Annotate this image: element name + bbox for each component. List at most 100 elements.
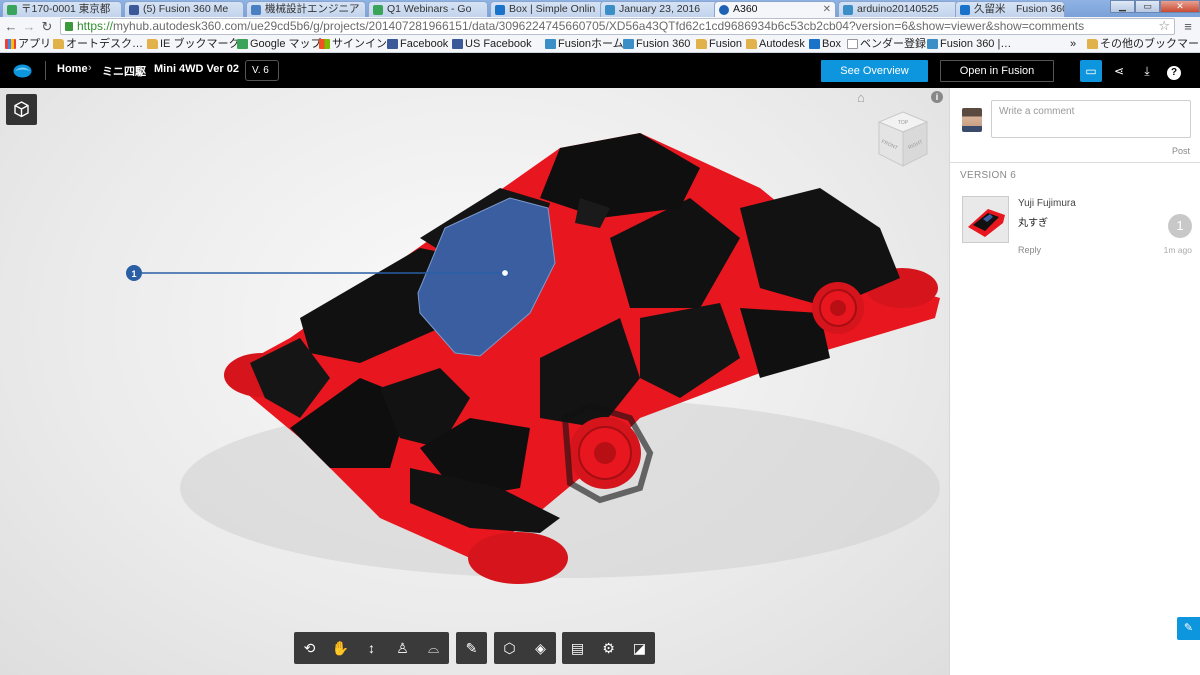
folder-icon <box>53 39 64 49</box>
wheel <box>569 417 641 489</box>
box-icon <box>809 39 820 49</box>
browser-tab[interactable]: (5) Fusion 360 Me <box>124 1 244 17</box>
bookmark-star-icon[interactable]: ☆ <box>1158 18 1170 34</box>
orbit-icon[interactable]: ⟲ <box>294 632 325 664</box>
callout-number[interactable]: 1 <box>131 269 136 279</box>
car-model[interactable]: 1 <box>0 88 949 675</box>
download-icon[interactable]: ⤓ <box>1136 60 1158 82</box>
breadcrumb-home[interactable]: Home <box>57 63 88 75</box>
comment-timestamp: 1m ago <box>1163 245 1192 255</box>
share-icon[interactable]: ⋖ <box>1108 60 1130 82</box>
folder-icon <box>746 39 757 49</box>
post-button[interactable]: Post <box>1172 146 1190 156</box>
maximize-icon[interactable]: ▭ <box>1135 0 1160 13</box>
bookmark-item[interactable]: Google マップ <box>236 36 322 52</box>
menu-icon[interactable]: ≡ <box>1180 19 1196 34</box>
bookmark-item[interactable]: Fusionホーム <box>544 36 624 52</box>
car-thumbnail <box>963 197 1008 242</box>
settings-gear-icon[interactable]: ⚙ <box>593 632 624 664</box>
address-bar: ← → ↻ https://myhub.autodesk360.com/ue29… <box>0 17 1200 36</box>
bookmark-item[interactable]: オートデスク… <box>52 36 143 52</box>
bookmark-item[interactable]: Fusion <box>695 36 742 52</box>
feedback-icon[interactable]: ✎ <box>1177 617 1200 640</box>
microsoft-icon <box>319 39 330 49</box>
browser-tab[interactable]: Box | Simple Onlin <box>490 1 610 17</box>
wheel <box>812 282 864 334</box>
bookmark-item[interactable]: Fusion 360 <box>622 36 690 52</box>
pan-hand-icon[interactable]: ✋ <box>325 632 356 664</box>
autodesk-icon <box>843 5 853 15</box>
document-icon <box>847 39 858 49</box>
bookmark-item[interactable]: IE ブックマーク <box>146 36 239 52</box>
reply-link[interactable]: Reply <box>1018 245 1041 255</box>
minimize-icon[interactable]: ▁ <box>1110 0 1135 13</box>
chevron-right-icon: › <box>88 62 92 74</box>
autodesk-icon <box>623 39 634 49</box>
browser-tab[interactable]: 〒170-0001 東京都 <box>2 1 122 17</box>
box-icon <box>960 5 970 15</box>
browser-tab[interactable]: 機械設計エンジニア <box>246 1 366 17</box>
other-bookmarks[interactable]: その他のブックマーク <box>1086 36 1200 52</box>
markup-pen-icon[interactable]: ✎ <box>456 632 487 664</box>
model-toolbar: ⬡ ◈ <box>494 632 556 664</box>
explode-icon[interactable]: ◈ <box>525 632 556 664</box>
bookmark-item[interactable]: Fusion 360 |… <box>926 36 1011 52</box>
browser-tab[interactable]: January 23, 2016 <box>600 1 720 17</box>
bookmark-item[interactable]: US Facebook <box>451 36 532 52</box>
version-select[interactable]: V. 6 ⌄ <box>245 60 279 94</box>
comments-panel: Write a comment Post VERSION 6 Yuji Fuji… <box>949 88 1200 675</box>
model-viewer[interactable]: ⌂ i TOP FRONT RIGHT 1 ⟲ ✋ ↕ ♙ ⌓ ✎ ⬡ ◈ ▤ … <box>0 88 949 675</box>
body-panel <box>540 133 700 218</box>
fullscreen-icon[interactable]: ◪ <box>624 632 655 664</box>
open-in-fusion-button[interactable]: Open in Fusion <box>940 60 1054 82</box>
divider <box>950 162 1200 163</box>
bookmark-item[interactable]: サインイン <box>318 36 387 52</box>
reload-icon[interactable]: ↻ <box>39 19 55 34</box>
help-icon[interactable]: ? <box>1163 60 1185 82</box>
window-controls: ▁ ▭ ✕ <box>1110 0 1200 14</box>
more-bookmarks-chevron-icon[interactable]: » <box>1070 36 1076 52</box>
divider <box>45 61 46 80</box>
see-overview-button[interactable]: See Overview <box>821 60 928 82</box>
url-input[interactable]: https://myhub.autodesk360.com/ue29cd5b6/… <box>60 18 1175 35</box>
facebook-icon <box>452 39 463 49</box>
page-icon <box>251 5 261 15</box>
section-icon[interactable]: ⬡ <box>494 632 525 664</box>
browser-tab-bar: 〒170-0001 東京都 (5) Fusion 360 Me 機械設計エンジニ… <box>0 0 1200 18</box>
walk-person-icon[interactable]: ♙ <box>387 632 418 664</box>
comments-toggle-icon[interactable]: ▭ <box>1080 60 1102 82</box>
markup-toolbar: ✎ <box>456 632 487 664</box>
comment-number-badge[interactable]: 1 <box>1168 214 1192 238</box>
maps-icon <box>237 39 248 49</box>
breadcrumb-design: Mini 4WD Ver 02 <box>154 63 239 75</box>
camera-icon[interactable]: ⌓ <box>418 632 449 664</box>
bookmark-item[interactable]: Facebook <box>386 36 448 52</box>
comment-input[interactable]: Write a comment <box>991 100 1191 138</box>
properties-icon[interactable]: ▤ <box>562 632 593 664</box>
close-window-icon[interactable]: ✕ <box>1160 0 1200 13</box>
sheets-icon <box>373 5 383 15</box>
bookmark-item[interactable]: アプリ <box>4 36 51 52</box>
close-tab-icon[interactable]: ✕ <box>823 2 831 17</box>
apps-grid-icon <box>5 39 16 49</box>
back-icon[interactable]: ← <box>3 19 19 34</box>
folder-icon <box>147 39 158 49</box>
bookmark-item[interactable]: ベンダー登録 <box>846 36 926 52</box>
browser-tab[interactable]: arduino20140525 <box>838 1 958 17</box>
autodesk-icon <box>605 5 615 15</box>
forward-icon[interactable]: → <box>21 19 37 34</box>
browser-tab-active[interactable]: A360 ✕ <box>714 1 836 18</box>
a360-logo-icon[interactable] <box>13 62 32 79</box>
bookmark-item[interactable]: Box <box>808 36 841 52</box>
version-label: VERSION 6 <box>960 170 1017 181</box>
comment-thumbnail[interactable] <box>962 196 1009 243</box>
browser-tab[interactable]: 久留米 Fusion 360 <box>955 1 1065 17</box>
facebook-icon <box>387 39 398 49</box>
maps-icon <box>7 5 17 15</box>
callout-anchor <box>500 268 510 278</box>
bookmark-item[interactable]: Autodesk <box>745 36 805 52</box>
lock-icon <box>65 22 73 31</box>
chevron-right-icon: › <box>139 62 143 74</box>
zoom-icon[interactable]: ↕ <box>356 632 387 664</box>
browser-tab[interactable]: Q1 Webinars - Go <box>368 1 488 17</box>
